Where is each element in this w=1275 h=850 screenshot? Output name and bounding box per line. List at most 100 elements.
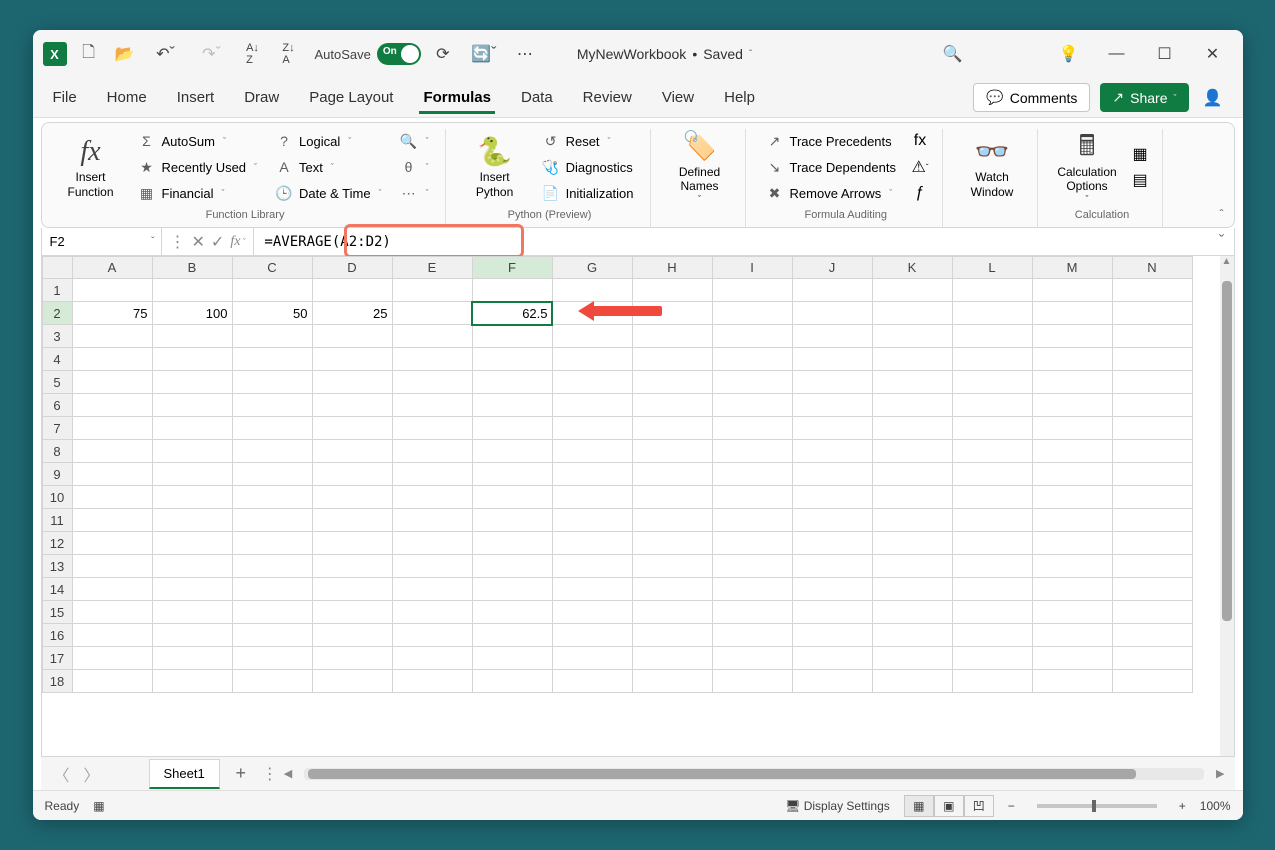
menu-help[interactable]: Help — [720, 81, 759, 114]
cell[interactable] — [632, 279, 712, 302]
cell[interactable]: 25 — [312, 302, 392, 325]
cell[interactable] — [1112, 348, 1192, 371]
cell[interactable] — [952, 302, 1032, 325]
cell[interactable] — [952, 601, 1032, 624]
cell[interactable] — [312, 532, 392, 555]
error-checking-icon[interactable]: ⚠ˇ — [908, 155, 932, 179]
cell[interactable] — [72, 509, 152, 532]
cell[interactable] — [632, 555, 712, 578]
cell[interactable] — [152, 555, 232, 578]
cell[interactable] — [872, 279, 952, 302]
cell[interactable] — [232, 532, 312, 555]
cell[interactable] — [552, 647, 632, 670]
cell[interactable] — [392, 532, 472, 555]
cell[interactable] — [72, 463, 152, 486]
defined-names-button[interactable]: 🏷️ Defined Names ˇ — [665, 129, 735, 205]
cell[interactable] — [152, 371, 232, 394]
column-header[interactable]: E — [392, 257, 472, 279]
cell[interactable] — [472, 509, 552, 532]
column-header[interactable]: K — [872, 257, 952, 279]
trace-precedents-button[interactable]: ↗Trace Precedents — [760, 129, 902, 153]
cell[interactable] — [632, 348, 712, 371]
cell[interactable] — [232, 394, 312, 417]
cell[interactable] — [72, 394, 152, 417]
column-header[interactable]: M — [1032, 257, 1112, 279]
cell[interactable] — [952, 348, 1032, 371]
text-button[interactable]: ATextˇ — [269, 155, 388, 179]
cell[interactable] — [952, 670, 1032, 693]
cell[interactable] — [952, 647, 1032, 670]
cell[interactable] — [472, 624, 552, 647]
cell[interactable] — [712, 555, 792, 578]
hscroll-right-icon[interactable]: ▶ — [1216, 767, 1224, 780]
cell[interactable] — [712, 302, 792, 325]
cell[interactable] — [1032, 394, 1112, 417]
zoom-in-button[interactable]: + — [1179, 799, 1186, 813]
cell[interactable] — [312, 348, 392, 371]
recently-used-button[interactable]: ★Recently Usedˇ — [132, 155, 264, 179]
select-all-corner[interactable] — [42, 257, 72, 279]
more-functions-button[interactable]: ⋯ˇ — [394, 181, 435, 205]
cell[interactable] — [72, 555, 152, 578]
cell[interactable] — [1112, 417, 1192, 440]
profile-icon[interactable]: 👤 — [1199, 84, 1227, 112]
cell[interactable] — [1032, 371, 1112, 394]
cell[interactable] — [232, 670, 312, 693]
comments-button[interactable]: 💬 Comments — [973, 83, 1090, 112]
cell[interactable] — [1112, 601, 1192, 624]
sheet-nav-prev[interactable]: 〈 — [51, 763, 73, 785]
show-formulas-icon[interactable]: fx — [908, 129, 932, 153]
menu-page-layout[interactable]: Page Layout — [305, 81, 397, 114]
cell[interactable] — [792, 302, 872, 325]
display-settings-button[interactable]: 🖥 Display Settings — [785, 799, 890, 813]
cell[interactable] — [72, 371, 152, 394]
cell[interactable] — [872, 325, 952, 348]
cell[interactable] — [472, 532, 552, 555]
cell[interactable] — [72, 670, 152, 693]
cell[interactable] — [152, 578, 232, 601]
cell[interactable] — [1032, 302, 1112, 325]
cell[interactable] — [312, 394, 392, 417]
cell[interactable] — [1112, 532, 1192, 555]
cell[interactable] — [952, 394, 1032, 417]
formula-input[interactable]: =AVERAGE(A2:D2) — [254, 234, 1209, 250]
cell[interactable] — [72, 578, 152, 601]
column-header[interactable]: I — [712, 257, 792, 279]
cell[interactable] — [712, 394, 792, 417]
cell[interactable] — [872, 302, 952, 325]
cell[interactable] — [872, 371, 952, 394]
cell[interactable]: 75 — [72, 302, 152, 325]
cell[interactable] — [792, 463, 872, 486]
cell[interactable] — [472, 417, 552, 440]
cell[interactable] — [152, 532, 232, 555]
cell[interactable] — [72, 532, 152, 555]
cell[interactable] — [72, 348, 152, 371]
cell[interactable] — [1032, 509, 1112, 532]
cell[interactable] — [392, 578, 472, 601]
cell[interactable] — [312, 670, 392, 693]
cell[interactable] — [1112, 647, 1192, 670]
cell[interactable] — [392, 302, 472, 325]
hscroll-left-icon[interactable]: ◀ — [284, 767, 292, 780]
sheet-nav-next[interactable]: 〉 — [81, 763, 103, 785]
menu-formulas[interactable]: Formulas — [419, 81, 495, 114]
column-header[interactable]: G — [552, 257, 632, 279]
initialization-button[interactable]: 📄Initialization — [536, 181, 640, 205]
cell[interactable] — [392, 348, 472, 371]
menu-draw[interactable]: Draw — [240, 81, 283, 114]
cell[interactable] — [232, 325, 312, 348]
cell[interactable] — [392, 509, 472, 532]
cell[interactable] — [72, 417, 152, 440]
cell[interactable] — [72, 601, 152, 624]
cell[interactable] — [312, 371, 392, 394]
undo-button[interactable]: ↶ˇ — [147, 40, 185, 68]
cell[interactable] — [712, 371, 792, 394]
cell[interactable] — [152, 670, 232, 693]
cell[interactable] — [872, 394, 952, 417]
cell[interactable] — [1112, 578, 1192, 601]
cell[interactable] — [952, 578, 1032, 601]
add-sheet-button[interactable]: + — [228, 761, 254, 787]
insert-python-button[interactable]: 🐍 Insert Python — [460, 129, 530, 205]
cell[interactable] — [312, 509, 392, 532]
cell[interactable] — [72, 624, 152, 647]
